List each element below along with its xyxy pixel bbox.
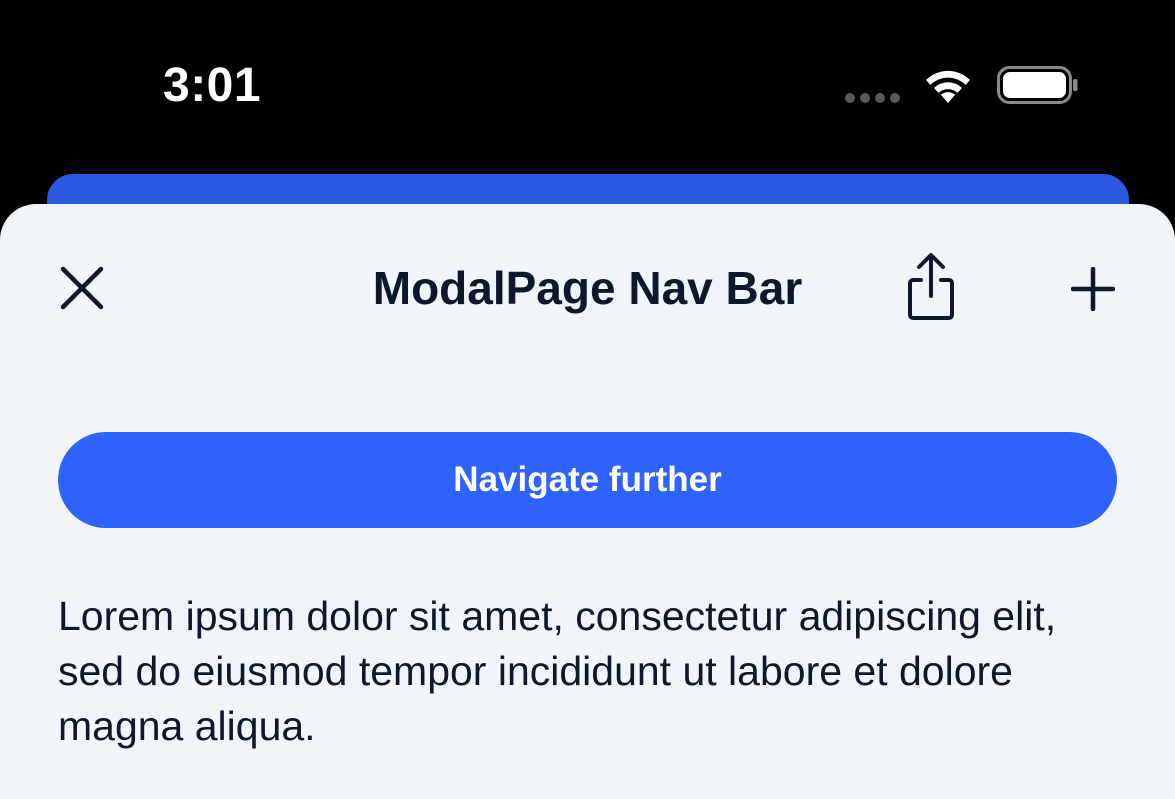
wifi-icon (926, 70, 970, 103)
page-title: ModalPage Nav Bar (372, 262, 803, 314)
plus-icon (1071, 267, 1115, 311)
cellular-dots-icon (845, 93, 900, 103)
add-button[interactable] (1062, 258, 1124, 320)
status-bar: 3:01 (0, 0, 1175, 175)
nav-bar: ModalPage Nav Bar (0, 204, 1175, 374)
share-button[interactable] (896, 248, 966, 326)
body-text: Lorem ipsum dolor sit amet, consectetur … (58, 593, 1057, 749)
navigate-further-button[interactable]: Navigate further (58, 432, 1117, 528)
phone-screen: 3:01 ModalPage Nav Bar Navigate further … (0, 0, 1175, 799)
close-icon (60, 266, 104, 310)
close-button[interactable] (52, 256, 112, 320)
battery-icon (997, 66, 1078, 104)
modal-sheet: ModalPage Nav Bar Navigate further Lorem… (0, 204, 1175, 799)
status-time: 3:01 (163, 59, 262, 112)
share-icon (908, 253, 954, 320)
